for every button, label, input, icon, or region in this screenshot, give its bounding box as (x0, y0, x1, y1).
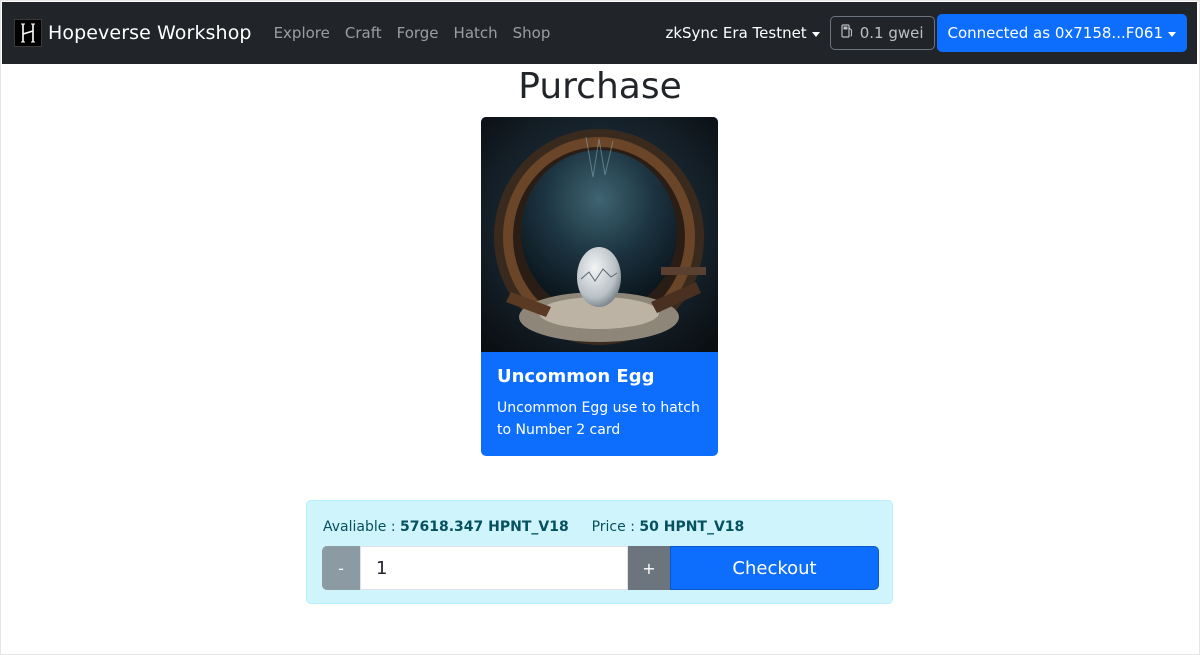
nav-right: zkSync Era Testnet 0.1 gwei Connected as… (665, 14, 1197, 52)
network-dropdown[interactable]: zkSync Era Testnet (665, 24, 820, 42)
card-body: Uncommon Egg Uncommon Egg use to hatch t… (481, 352, 718, 455)
brand-name: Hopeverse Workshop (48, 22, 252, 44)
nav-link-forge[interactable]: Forge (397, 24, 439, 42)
price-label: Price : (591, 519, 635, 535)
gas-price-value: 0.1 gwei (859, 24, 924, 42)
page-title: Purchase (518, 66, 682, 107)
brand[interactable]: Hopeverse Workshop (14, 19, 252, 47)
nav-link-explore[interactable]: Explore (274, 24, 330, 42)
wallet-connect-dropdown[interactable]: Connected as 0x7158...F061 (936, 14, 1187, 52)
product-description: Uncommon Egg use to hatch to Number 2 ca… (497, 400, 700, 438)
decrement-button[interactable]: - (322, 546, 360, 590)
balance-price-line: Avaliable : 57618.347 HPNT_V18 Price : 5… (323, 519, 744, 535)
navbar: Hopeverse Workshop Explore Craft Forge H… (2, 2, 1197, 64)
nav-link-hatch[interactable]: Hatch (454, 24, 498, 42)
caret-down-icon (811, 31, 820, 37)
wallet-address: Connected as 0x7158...F061 (947, 24, 1163, 42)
available-label: Avaliable : (323, 519, 396, 535)
nav-link-shop[interactable]: Shop (513, 24, 551, 42)
gas-price-button[interactable]: 0.1 gwei (829, 16, 935, 50)
quantity-input[interactable]: 1 (360, 546, 628, 590)
nav-link-craft[interactable]: Craft (345, 24, 382, 42)
gas-pump-icon (841, 24, 853, 42)
hopeverse-logo-icon (14, 19, 42, 47)
caret-down-icon (1168, 31, 1176, 37)
quantity-stepper: - 1 + Checkout (322, 546, 879, 590)
nav-links: Explore Craft Forge Hatch Shop (274, 24, 566, 42)
checkout-button[interactable]: Checkout (670, 546, 879, 590)
increment-button[interactable]: + (628, 546, 670, 590)
product-card: Uncommon Egg Uncommon Egg use to hatch t… (481, 117, 718, 456)
product-title: Uncommon Egg (497, 366, 655, 387)
purchase-panel: Avaliable : 57618.347 HPNT_V18 Price : 5… (306, 500, 893, 604)
price-value: 50 HPNT_V18 (639, 519, 745, 535)
network-label: zkSync Era Testnet (665, 24, 807, 42)
egg-image (481, 117, 718, 352)
available-value: 57618.347 HPNT_V18 (400, 519, 569, 535)
